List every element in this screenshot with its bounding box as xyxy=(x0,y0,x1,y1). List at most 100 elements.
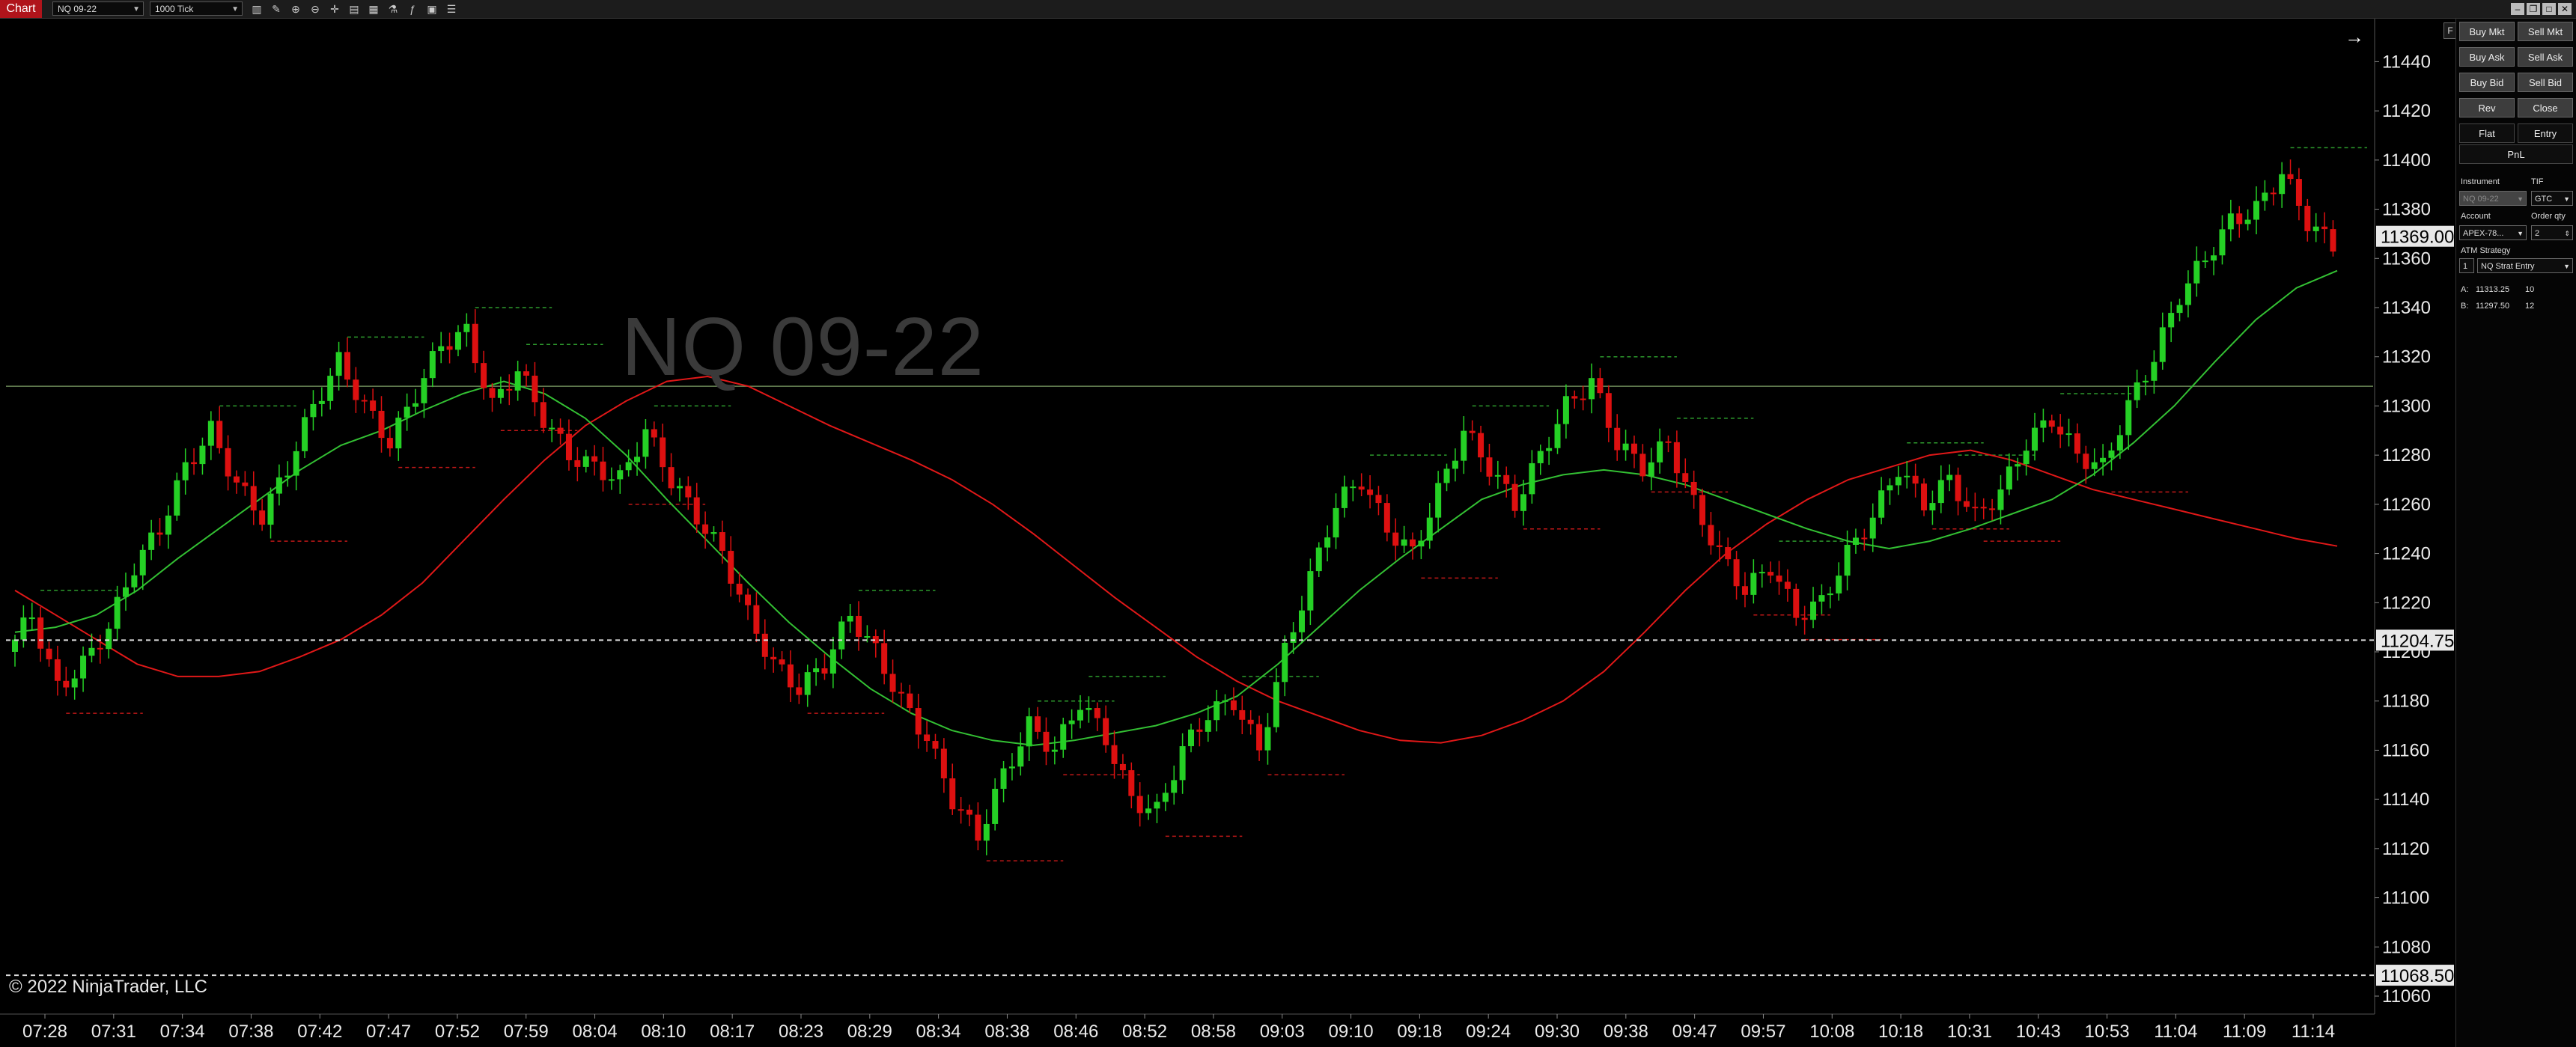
candle-body xyxy=(174,480,180,516)
properties-icon[interactable]: ▦ xyxy=(367,2,380,16)
zoom-in-icon[interactable]: ⊕ xyxy=(289,2,302,16)
order-qty-stepper[interactable]: 2 ⇕ xyxy=(2531,225,2573,240)
arrow-right-icon[interactable]: → xyxy=(2345,25,2364,49)
candle-body xyxy=(1682,473,1689,482)
candle-body xyxy=(796,687,803,695)
pnl-display[interactable]: PnL xyxy=(2459,144,2573,164)
chart-window-tab[interactable]: Chart xyxy=(0,0,42,18)
sell-bid-button[interactable]: Sell Bid xyxy=(2518,73,2573,92)
restore-icon[interactable]: ❐ xyxy=(2527,3,2540,15)
instrument-selector[interactable]: NQ 09-22 ▼ xyxy=(52,1,144,16)
candle-body xyxy=(753,605,760,634)
candle-body xyxy=(1895,477,1901,486)
candle-body xyxy=(1418,540,1425,547)
candle-body xyxy=(1222,700,1228,702)
data-box-icon[interactable]: ▤ xyxy=(347,2,361,16)
templates-icon[interactable]: ▣ xyxy=(425,2,439,16)
price-tick-label: 11380 xyxy=(2382,200,2431,220)
candle-body xyxy=(1648,462,1654,477)
candle-body xyxy=(2015,464,2021,467)
stepper-arrows-icon[interactable]: ⇕ xyxy=(2564,226,2570,241)
candle-body xyxy=(361,400,368,402)
candle-body xyxy=(2134,382,2140,400)
candle-body xyxy=(2091,462,2098,469)
chevron-down-icon: ▼ xyxy=(133,5,140,13)
chevron-down-icon: ▼ xyxy=(2563,195,2570,203)
ask-label: A: xyxy=(2461,285,2469,294)
candle-body xyxy=(1307,571,1314,611)
candle-body xyxy=(1256,724,1263,751)
candle-body xyxy=(2227,213,2234,230)
candle-body xyxy=(2100,457,2107,463)
minimize-icon[interactable]: – xyxy=(2511,3,2524,15)
reverse-button[interactable]: Rev xyxy=(2459,98,2515,117)
candle-body xyxy=(1000,768,1007,789)
candle-body xyxy=(532,375,538,403)
price-tick-label: 11160 xyxy=(2382,740,2429,760)
buy-bid-button[interactable]: Buy Bid xyxy=(2459,73,2515,92)
candle-body xyxy=(770,656,777,660)
buy-market-button[interactable]: Buy Mkt xyxy=(2459,22,2515,41)
time-tick-label: 10:31 xyxy=(1947,1022,1992,1042)
ask-size: 10 xyxy=(2525,285,2535,294)
instrument-select[interactable]: NQ 09-22 ▼ xyxy=(2459,191,2527,206)
chevron-down-icon: ▼ xyxy=(231,5,239,13)
candle-body xyxy=(1546,448,1553,451)
crosshair-icon[interactable]: ✛ xyxy=(328,2,341,16)
entry-button[interactable]: Entry xyxy=(2518,123,2573,143)
zoom-out-icon[interactable]: ⊖ xyxy=(308,2,322,16)
candle-body xyxy=(829,649,836,674)
candle-body xyxy=(2168,313,2175,328)
close-icon[interactable]: ✕ xyxy=(2558,3,2572,15)
candle-body xyxy=(719,532,725,552)
candle-body xyxy=(404,406,410,418)
candle-body xyxy=(63,680,70,688)
candle-body xyxy=(881,643,888,674)
candle-body xyxy=(1759,572,1765,574)
pencil-icon[interactable]: ✎ xyxy=(270,2,283,16)
account-select[interactable]: APEX-78... ▼ xyxy=(2459,225,2527,240)
candle-body xyxy=(1008,766,1015,769)
candle-body xyxy=(2244,219,2251,225)
atm-count[interactable]: 1 xyxy=(2459,258,2474,273)
candle-body xyxy=(2023,451,2030,465)
candle-body xyxy=(250,486,257,511)
candle-body xyxy=(2057,427,2064,435)
bars-icon[interactable]: ▥ xyxy=(250,2,264,16)
candle-body xyxy=(1827,593,1833,596)
bottom-price-marker-label: 11068.50 xyxy=(2381,966,2454,986)
price-tick-label: 11100 xyxy=(2382,888,2429,909)
tif-select[interactable]: GTC ▼ xyxy=(2531,191,2573,206)
candle-body xyxy=(710,532,717,534)
candle-body xyxy=(2184,283,2191,305)
time-tick-label: 11:14 xyxy=(2292,1022,2335,1042)
time-tick-label: 11:04 xyxy=(2154,1022,2197,1042)
maximize-icon[interactable]: □ xyxy=(2542,3,2556,15)
drawing-tools-icon[interactable]: ☰ xyxy=(445,2,458,16)
time-tick-label: 07:31 xyxy=(91,1022,136,1042)
candle-body xyxy=(634,457,641,463)
candle-body xyxy=(165,515,171,535)
time-tick-label: 09:38 xyxy=(1604,1022,1648,1042)
time-tick-label: 08:29 xyxy=(847,1022,892,1042)
candle-body xyxy=(540,402,546,428)
last-price-marker-label: 11369.00 xyxy=(2381,228,2454,248)
buy-ask-button[interactable]: Buy Ask xyxy=(2459,47,2515,67)
close-position-button[interactable]: Close xyxy=(2518,98,2573,117)
time-tick-label: 07:42 xyxy=(297,1022,342,1042)
candle-body xyxy=(2312,226,2319,231)
candle-body xyxy=(37,617,44,649)
flat-button[interactable]: Flat xyxy=(2459,123,2515,143)
time-tick-label: 07:59 xyxy=(504,1022,549,1042)
sell-ask-button[interactable]: Sell Ask xyxy=(2518,47,2573,67)
price-chart[interactable]: 1106011080111001112011140111601118011200… xyxy=(0,19,2455,1047)
candle-body xyxy=(1230,700,1237,710)
sell-market-button[interactable]: Sell Mkt xyxy=(2518,22,2573,41)
indicators-icon[interactable]: ƒ xyxy=(406,2,419,16)
strategies-icon[interactable]: ⚗ xyxy=(386,2,400,16)
time-tick-label: 10:18 xyxy=(1878,1022,1923,1042)
price-tick-label: 11300 xyxy=(2382,396,2431,416)
candle-body xyxy=(1350,486,1356,489)
atm-strategy-select[interactable]: NQ Strat Entry ▼ xyxy=(2477,258,2573,273)
bar-type-selector[interactable]: 1000 Tick ▼ xyxy=(150,1,243,16)
